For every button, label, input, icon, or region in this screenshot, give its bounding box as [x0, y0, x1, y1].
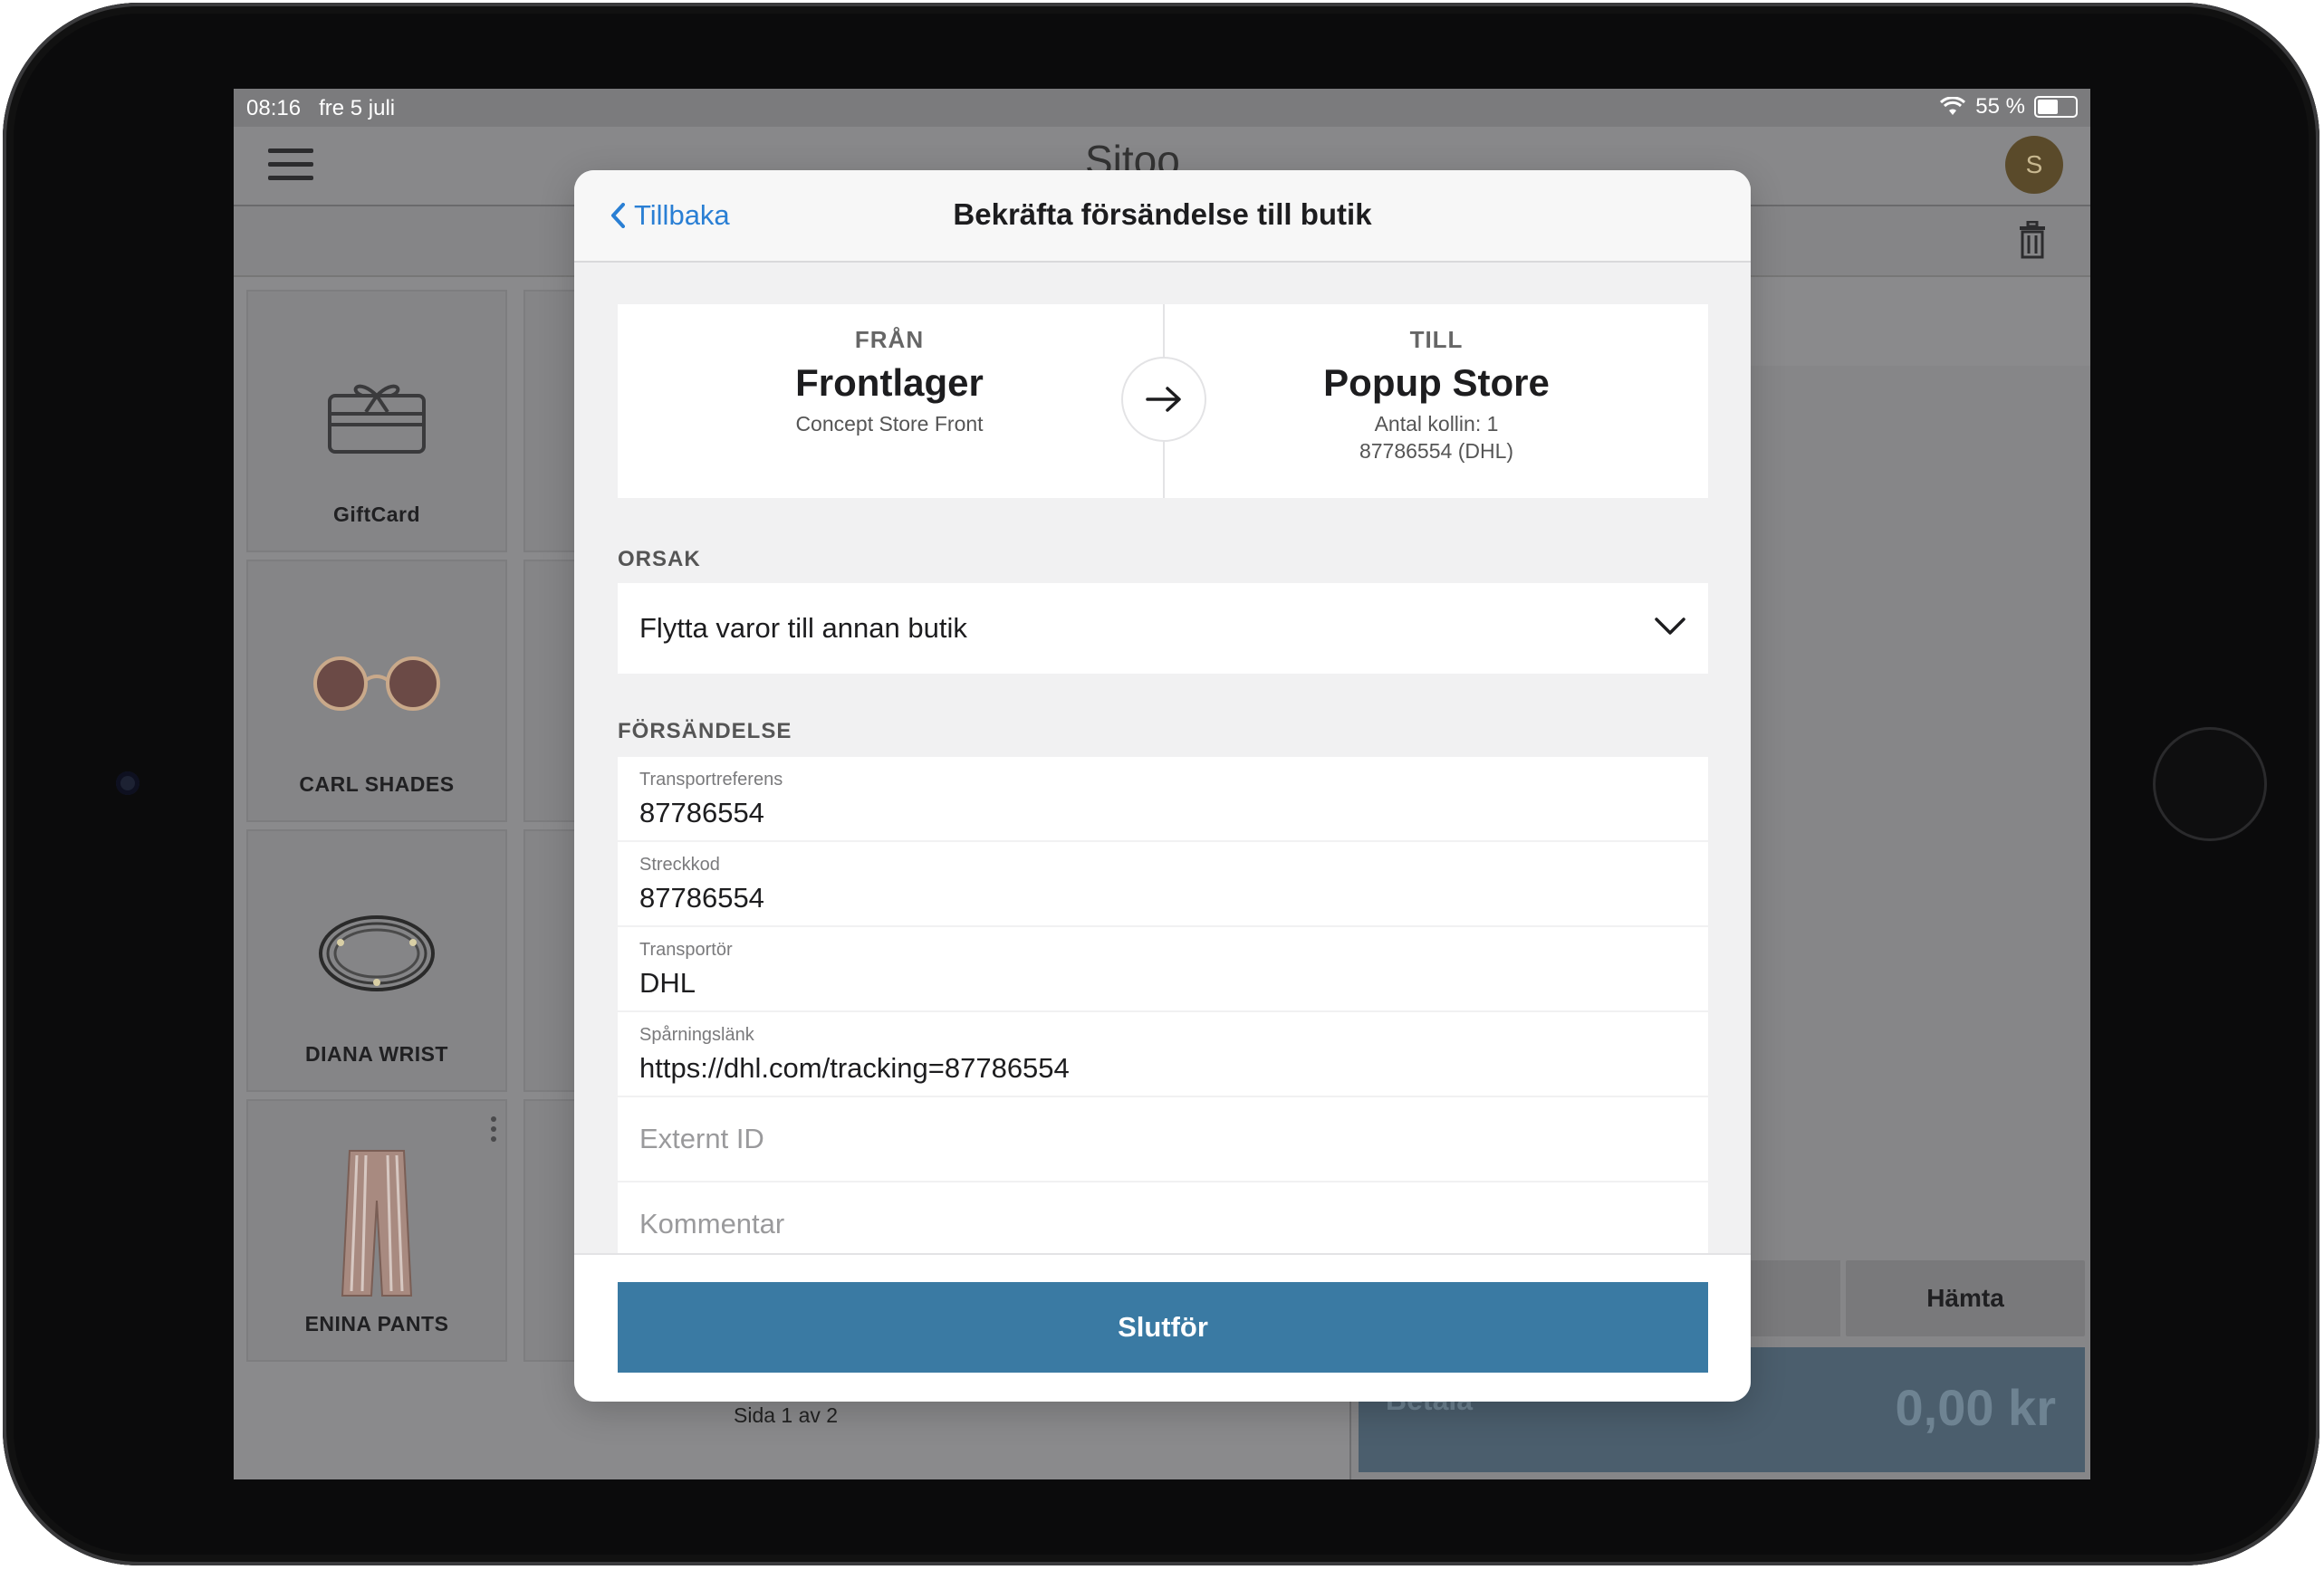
modal-title: Bekräfta försändelse till butik: [953, 197, 1372, 231]
field-value: https://dhl.com/tracking=87786554: [639, 1052, 1070, 1084]
front-camera: [116, 771, 139, 795]
more-vertical-icon[interactable]: [489, 1115, 498, 1143]
to-tracking: 87786554 (DHL): [1359, 439, 1514, 463]
total-amount: 0,00 kr: [1895, 1379, 2057, 1436]
carrier-field[interactable]: Transportör DHL: [618, 927, 1708, 1010]
field-label: Transportör: [639, 940, 733, 960]
to-caption: TILL: [1409, 326, 1464, 353]
reason-section-label: ORSAK: [618, 547, 701, 571]
field-value: DHL: [639, 967, 696, 999]
route-to: TILL Popup Store Antal kollin: 1 8778655…: [1165, 304, 1708, 498]
avatar[interactable]: S: [2005, 136, 2063, 194]
trash-icon[interactable]: [2018, 221, 2047, 259]
sunglasses-image: [313, 656, 440, 711]
field-value: 87786554: [639, 797, 764, 828]
route-arrow: [1121, 357, 1206, 442]
field-label: Transportreferens: [639, 770, 783, 790]
fetch-button[interactable]: Hämta: [1846, 1260, 2085, 1336]
field-value: 87786554: [639, 882, 764, 914]
product-tile-partial[interactable]: [523, 1099, 581, 1362]
field-placeholder: Kommentar: [639, 1208, 785, 1240]
product-tile-partial[interactable]: [523, 829, 581, 1092]
finish-button[interactable]: Slutför: [618, 1282, 1708, 1373]
tile-label: GiftCard: [333, 503, 420, 526]
battery-percent: 55 %: [1975, 94, 2025, 119]
field-label: Streckkod: [639, 855, 720, 875]
reason-select[interactable]: Flytta varor till annan butik: [618, 583, 1708, 674]
field-label: Spårningslänk: [639, 1025, 754, 1045]
status-time: 08:16: [246, 96, 302, 120]
tile-label: DIANA WRIST: [305, 1042, 448, 1066]
menu-icon[interactable]: [268, 148, 313, 181]
product-tile-carl-shades[interactable]: CARL SHADES: [246, 560, 507, 822]
barcode-field[interactable]: Streckkod 87786554: [618, 842, 1708, 925]
to-name: Popup Store: [1323, 361, 1550, 404]
from-caption: FRÅN: [854, 326, 925, 353]
transport-reference-field[interactable]: Transportreferens 87786554: [618, 757, 1708, 840]
modal-header: Tillbaka Bekräfta försändelse till butik: [574, 170, 1751, 263]
product-tile-diana-wrist[interactable]: DIANA WRIST: [246, 829, 507, 1092]
arrow-right-icon: [1146, 387, 1181, 412]
status-bar: 08:16 fre 5 juli 55 %: [234, 89, 2090, 127]
field-placeholder: Externt ID: [639, 1123, 764, 1154]
from-detail: Concept Store Front: [795, 412, 984, 436]
status-date: fre 5 juli: [319, 96, 396, 120]
fetch-label: Hämta: [1926, 1284, 2004, 1312]
product-tile-partial[interactable]: [523, 290, 581, 552]
giftcard-icon: [328, 384, 426, 454]
product-tile-giftcard[interactable]: GiftCard: [246, 290, 507, 552]
home-button[interactable]: [2153, 727, 2267, 841]
tile-label: CARL SHADES: [299, 772, 455, 796]
product-tile-partial[interactable]: [523, 560, 581, 822]
chevron-down-icon: [1655, 617, 1685, 635]
modal-footer: Slutför: [574, 1253, 1751, 1402]
reason-value: Flytta varor till annan butik: [639, 612, 967, 644]
product-tile-enina-pants[interactable]: ENINA PANTS: [246, 1099, 507, 1362]
route-card: FRÅN Frontlager Concept Store Front TILL…: [618, 304, 1708, 498]
tile-label: ENINA PANTS: [304, 1312, 449, 1335]
route-from: FRÅN Frontlager Concept Store Front: [618, 304, 1161, 498]
wifi-icon: [1940, 97, 1966, 115]
bracelet-image: [319, 915, 435, 991]
from-name: Frontlager: [795, 361, 984, 404]
pants-image: [341, 1150, 413, 1297]
to-packages: Antal kollin: 1: [1374, 412, 1499, 436]
page-indicator: Sida 1 av 2: [734, 1403, 839, 1427]
battery-icon: [2034, 96, 2078, 118]
shipment-section-label: FÖRSÄNDELSE: [618, 719, 792, 743]
external-id-field[interactable]: Externt ID: [618, 1097, 1708, 1181]
tracking-link-field[interactable]: Spårningslänk https://dhl.com/tracking=8…: [618, 1012, 1708, 1096]
shipment-confirm-modal: Tillbaka Bekräfta försändelse till butik…: [574, 170, 1751, 1402]
